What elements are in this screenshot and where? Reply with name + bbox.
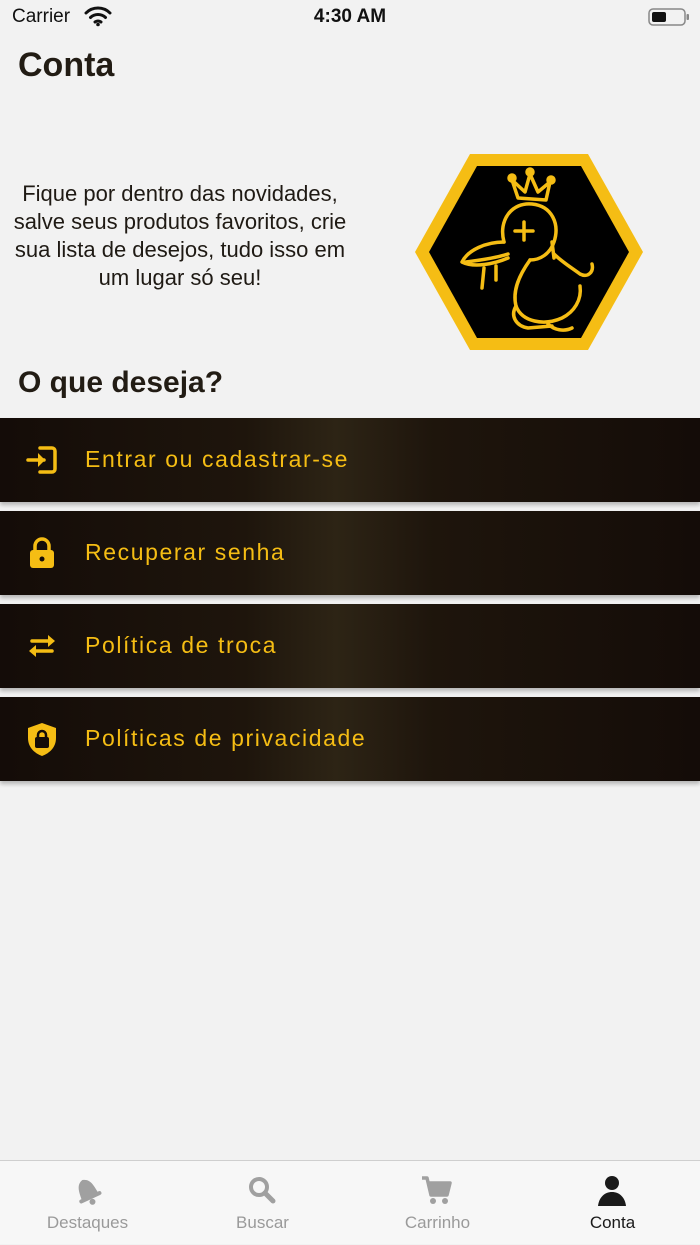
sign-in-icon — [26, 446, 57, 474]
intro-text: Fique por dentro das novidades, salve se… — [13, 181, 347, 290]
search-icon — [249, 1177, 276, 1204]
tab-destaques[interactable]: Destaques — [0, 1161, 175, 1245]
bell-icon — [78, 1179, 102, 1205]
tab-label: Carrinho — [404, 1213, 471, 1232]
swap-arrows-icon — [29, 635, 55, 657]
battery-icon — [648, 8, 689, 26]
menu-item-label: Políticas de privacidade — [85, 725, 367, 751]
status-bar: Carrier 4:30 AM — [0, 0, 700, 40]
tab-carrinho[interactable]: Carrinho — [350, 1161, 525, 1245]
lock-icon — [30, 537, 54, 568]
duck-crown-hexagon-logo — [415, 154, 643, 350]
user-icon — [598, 1176, 626, 1206]
menu-item-label: Política de troca — [85, 632, 278, 658]
status-time: 4:30 AM — [313, 6, 387, 27]
tab-label: Destaques — [46, 1213, 129, 1232]
menu-item-privacy-policy[interactable]: Políticas de privacidade — [0, 697, 700, 781]
tab-conta[interactable]: Conta — [525, 1161, 700, 1245]
cart-icon — [422, 1176, 452, 1204]
tab-label: Conta — [589, 1213, 636, 1232]
menu-item-recover-password[interactable]: Recuperar senha — [0, 511, 700, 595]
tab-buscar[interactable]: Buscar — [175, 1161, 350, 1245]
menu-item-label: Entrar ou cadastrar-se — [85, 446, 350, 472]
tab-label: Buscar — [236, 1213, 289, 1232]
menu-item-label: Recuperar senha — [85, 539, 286, 565]
section-title: O que deseja? — [18, 366, 224, 399]
tab-bar: Destaques Buscar Carrinho Conta — [0, 1160, 700, 1244]
menu-item-exchange-policy[interactable]: Política de troca — [0, 604, 700, 688]
shield-lock-icon — [28, 723, 56, 756]
page-title: Conta — [18, 46, 115, 84]
menu-item-sign-in[interactable]: Entrar ou cadastrar-se — [0, 418, 700, 502]
account-menu: Entrar ou cadastrar-se Recuperar senha P… — [0, 418, 700, 790]
